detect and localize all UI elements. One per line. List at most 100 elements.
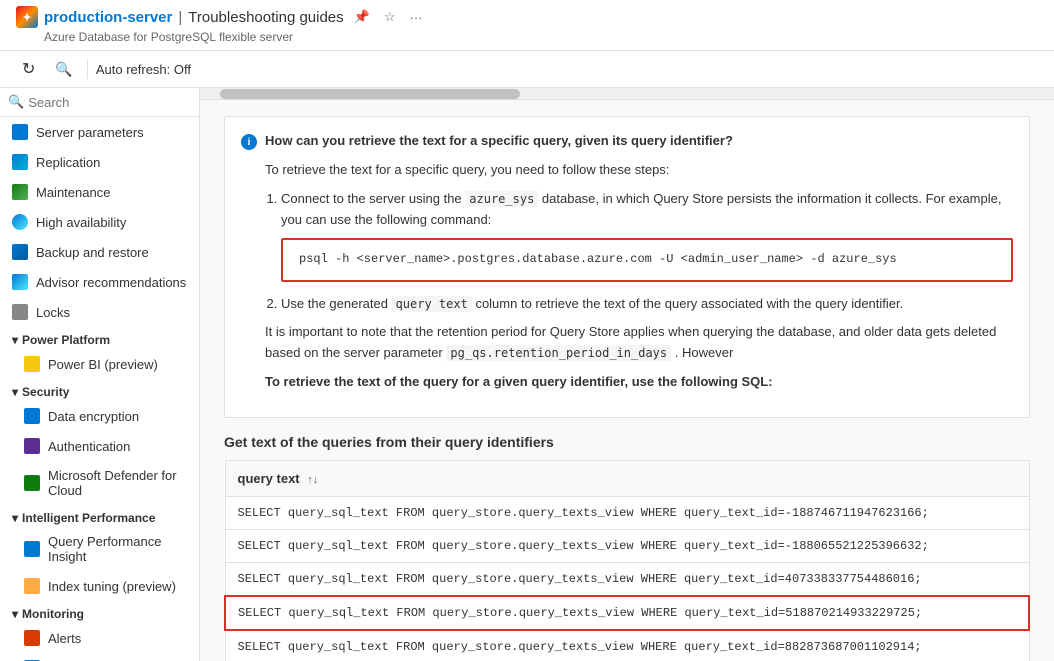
toolbar-divider bbox=[87, 59, 88, 79]
content-area: i How can you retrieve the text for a sp… bbox=[200, 88, 1054, 661]
question-box: i How can you retrieve the text for a sp… bbox=[224, 116, 1030, 418]
more-button[interactable]: ··· bbox=[406, 8, 427, 27]
sidebar-item-data-encryption[interactable]: Data encryption bbox=[0, 401, 199, 431]
sidebar-label-alerts: Alerts bbox=[48, 631, 81, 646]
sidebar-label-high-availability: High availability bbox=[36, 215, 126, 230]
header-separator: | bbox=[178, 9, 182, 26]
sidebar-label-auth: Authentication bbox=[48, 439, 130, 454]
bold-note: To retrieve the text of the query for a … bbox=[265, 372, 1013, 393]
sidebar-item-query-performance[interactable]: Query Performance Insight bbox=[0, 527, 199, 571]
step-2: Use the generated query text column to r… bbox=[281, 294, 1013, 315]
sidebar-item-replication[interactable]: Replication bbox=[0, 147, 199, 177]
sidebar-item-power-bi[interactable]: Power BI (preview) bbox=[0, 349, 199, 379]
row-1-cell: SELECT query_sql_text FROM query_store.q… bbox=[225, 496, 1029, 529]
code-block: psql -h <server_name>.postgres.database.… bbox=[281, 238, 1013, 281]
section-monitoring-collapse-icon: ▾ bbox=[12, 607, 18, 621]
question-title: How can you retrieve the text for a spec… bbox=[265, 133, 733, 148]
pin-button[interactable]: 📌 bbox=[350, 7, 374, 27]
server-name: production-server bbox=[44, 9, 172, 26]
header: ✦ production-server | Troubleshooting gu… bbox=[0, 0, 1054, 51]
table-section: Get text of the queries from their query… bbox=[200, 418, 1054, 661]
sidebar-label-advisor: Advisor recommendations bbox=[36, 275, 186, 290]
note-text: It is important to note that the retenti… bbox=[265, 322, 1013, 364]
info-icon: i bbox=[241, 134, 257, 150]
lock-icon bbox=[12, 304, 28, 320]
question-body-text: To retrieve the text for a specific quer… bbox=[265, 162, 669, 177]
table-row: SELECT query_sql_text FROM query_store.q… bbox=[225, 562, 1029, 596]
sidebar-item-index-tuning[interactable]: Index tuning (preview) bbox=[0, 571, 199, 601]
auto-refresh-label: Auto refresh: Off bbox=[96, 62, 191, 77]
search-icon: 🔍 bbox=[8, 94, 24, 110]
search-row: 🔍 ✕ ‹ bbox=[0, 88, 199, 117]
sidebar-label-powerbi: Power BI (preview) bbox=[48, 357, 158, 372]
auth-icon bbox=[24, 438, 40, 454]
sidebar-label-backup: Backup and restore bbox=[36, 245, 149, 260]
powerbi-icon bbox=[24, 356, 40, 372]
sidebar-item-server-parameters[interactable]: Server parameters bbox=[0, 117, 199, 147]
sidebar-nav: Server parameters Replication Maintenanc… bbox=[0, 117, 199, 661]
main-layout: 🔍 ✕ ‹ Server parameters Replication Main… bbox=[0, 88, 1054, 661]
sidebar-label-server-parameters: Server parameters bbox=[36, 125, 144, 140]
sidebar-label-maintenance: Maintenance bbox=[36, 185, 110, 200]
table-row: SELECT query_sql_text FROM query_store.q… bbox=[225, 496, 1029, 529]
section-monitoring[interactable]: ▾ Monitoring bbox=[0, 601, 199, 623]
sidebar-label-qpi: Query Performance Insight bbox=[48, 534, 187, 564]
sidebar-item-backup-restore[interactable]: Backup and restore bbox=[0, 237, 199, 267]
sidebar-label-replication: Replication bbox=[36, 155, 100, 170]
star-button[interactable]: ☆ bbox=[380, 7, 400, 27]
maintenance-icon bbox=[12, 184, 28, 200]
sort-icon: ↑↓ bbox=[307, 474, 318, 486]
server-params-icon bbox=[12, 124, 28, 140]
sidebar-item-defender[interactable]: Microsoft Defender for Cloud bbox=[0, 461, 199, 505]
sidebar-label-defender: Microsoft Defender for Cloud bbox=[48, 468, 187, 498]
sidebar-item-authentication[interactable]: Authentication bbox=[0, 431, 199, 461]
index-icon bbox=[24, 578, 40, 594]
sidebar: 🔍 ✕ ‹ Server parameters Replication Main… bbox=[0, 88, 200, 661]
sidebar-item-metrics[interactable]: Metrics bbox=[0, 653, 199, 661]
sidebar-label-encryption: Data encryption bbox=[48, 409, 139, 424]
section-power-platform[interactable]: ▾ Power Platform bbox=[0, 327, 199, 349]
horizontal-scroll-track[interactable] bbox=[200, 88, 1054, 100]
defender-icon bbox=[24, 475, 40, 491]
section-security-collapse-icon: ▾ bbox=[12, 385, 18, 399]
row-3-cell: SELECT query_sql_text FROM query_store.q… bbox=[225, 562, 1029, 596]
section-security[interactable]: ▾ Security bbox=[0, 379, 199, 401]
page-title: Troubleshooting guides bbox=[188, 9, 343, 26]
azure-logo: ✦ bbox=[16, 6, 38, 28]
row-4-cell: SELECT query_sql_text FROM query_store.q… bbox=[225, 596, 1029, 630]
query-text-header[interactable]: query text ↑↓ bbox=[225, 460, 1029, 496]
sidebar-item-alerts[interactable]: Alerts bbox=[0, 623, 199, 653]
header-top: ✦ production-server | Troubleshooting gu… bbox=[16, 6, 1038, 28]
table-title: Get text of the queries from their query… bbox=[224, 434, 1030, 450]
query-table: query text ↑↓ SELECT query_sql_text FROM… bbox=[224, 460, 1030, 661]
header-subtitle: Azure Database for PostgreSQL flexible s… bbox=[44, 30, 1038, 44]
question-body: To retrieve the text for a specific quer… bbox=[265, 160, 1013, 393]
sidebar-label-locks: Locks bbox=[36, 305, 70, 320]
replication-icon bbox=[12, 154, 28, 170]
section-collapse-icon: ▾ bbox=[12, 333, 18, 347]
advisor-icon bbox=[12, 274, 28, 290]
sidebar-item-locks[interactable]: Locks bbox=[0, 297, 199, 327]
row-5-cell: SELECT query_sql_text FROM query_store.q… bbox=[225, 630, 1029, 661]
ha-icon bbox=[12, 214, 28, 230]
query-table-body: SELECT query_sql_text FROM query_store.q… bbox=[225, 496, 1029, 661]
table-row-highlighted: SELECT query_sql_text FROM query_store.q… bbox=[225, 596, 1029, 630]
search-input[interactable] bbox=[28, 95, 200, 110]
toolbar: ↻ 🔍 Auto refresh: Off bbox=[0, 51, 1054, 88]
table-header-row: query text ↑↓ bbox=[225, 460, 1029, 496]
question-header: i How can you retrieve the text for a sp… bbox=[241, 133, 1013, 150]
info-section: i How can you retrieve the text for a sp… bbox=[200, 100, 1054, 418]
section-intelligent-performance[interactable]: ▾ Intelligent Performance bbox=[0, 505, 199, 527]
table-row: SELECT query_sql_text FROM query_store.q… bbox=[225, 630, 1029, 661]
section-ip-collapse-icon: ▾ bbox=[12, 511, 18, 525]
qpi-icon bbox=[24, 541, 40, 557]
sidebar-item-advisor[interactable]: Advisor recommendations bbox=[0, 267, 199, 297]
sidebar-label-index: Index tuning (preview) bbox=[48, 579, 176, 594]
search-query-button[interactable]: 🔍 bbox=[49, 59, 78, 80]
encryption-icon bbox=[24, 408, 40, 424]
horizontal-scroll-thumb[interactable] bbox=[220, 89, 520, 99]
step-1: Connect to the server using the azure_sy… bbox=[281, 189, 1013, 231]
sidebar-item-high-availability[interactable]: High availability bbox=[0, 207, 199, 237]
sidebar-item-maintenance[interactable]: Maintenance bbox=[0, 177, 199, 207]
refresh-button[interactable]: ↻ bbox=[16, 57, 41, 81]
